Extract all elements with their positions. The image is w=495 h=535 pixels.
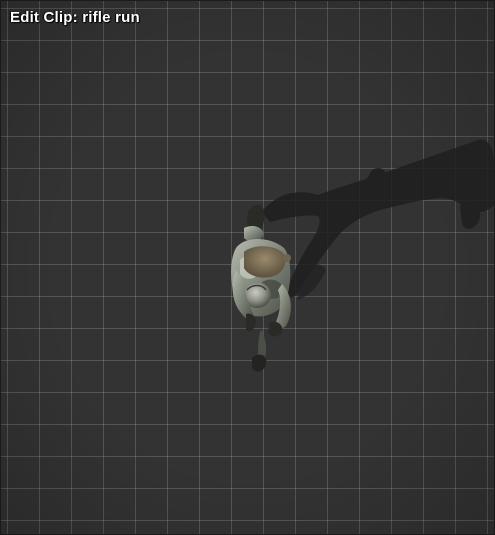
animation-preview-viewport[interactable]: Edit Clip: rifle run — [0, 0, 495, 535]
character-shadow — [262, 139, 494, 300]
clip-title: Edit Clip: rifle run — [10, 9, 140, 26]
scene-canvas — [231, 139, 494, 372]
shadow-leg — [298, 264, 326, 300]
soldier-character-icon — [231, 204, 291, 372]
shadow-body — [262, 139, 494, 298]
backpack — [244, 246, 286, 278]
shadow-foot — [460, 202, 481, 229]
front-boot — [252, 354, 267, 372]
